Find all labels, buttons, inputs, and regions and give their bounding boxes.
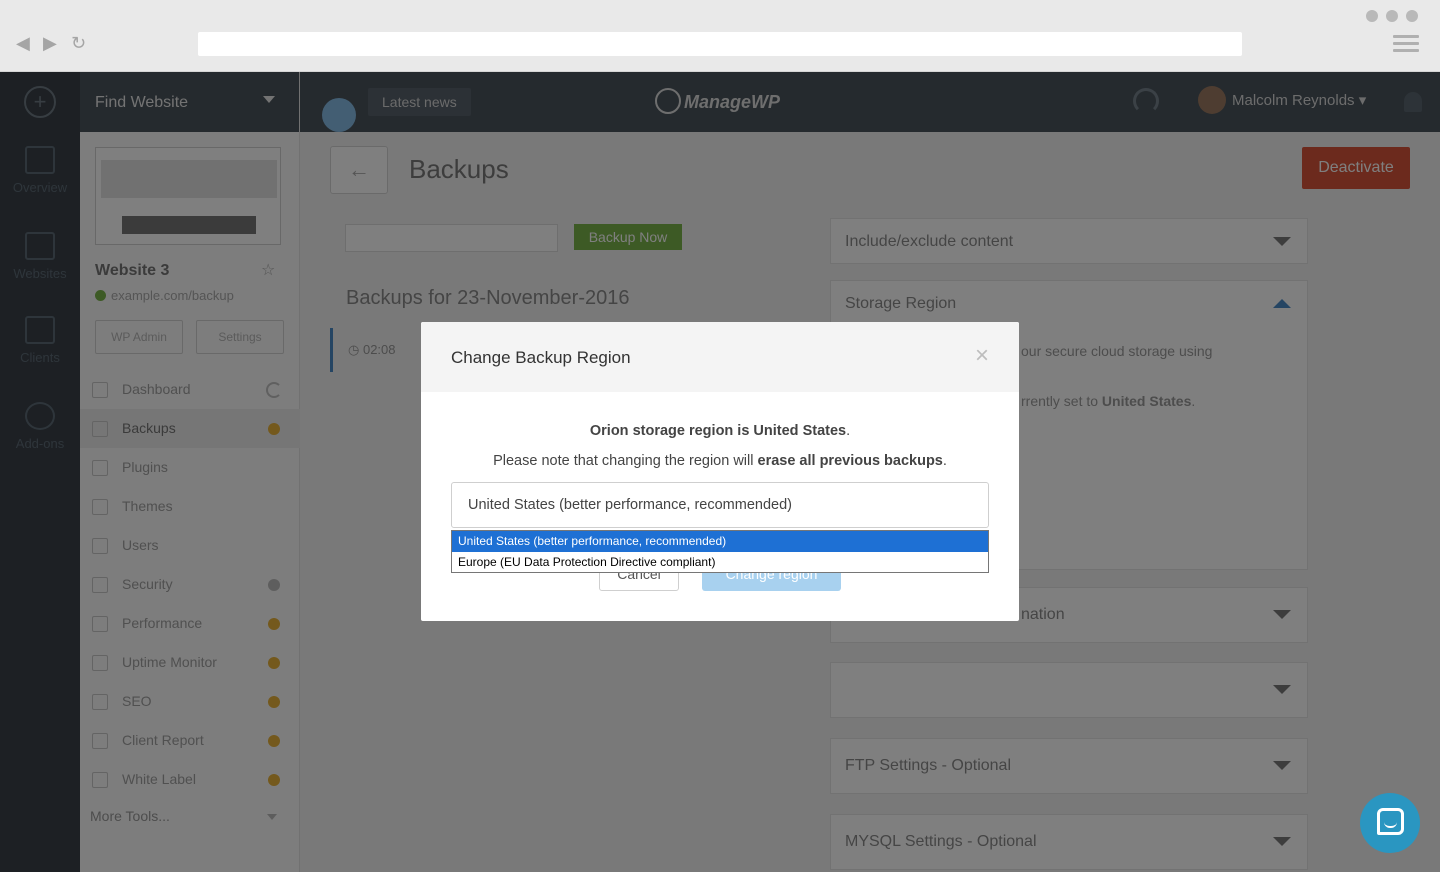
change-region-modal: Change Backup Region × Orion storage reg… [421,322,1019,621]
browser-chrome: ◀ ▶ ↻ [0,0,1440,72]
address-bar[interactable] [198,32,1242,56]
chat-launcher-button[interactable] [1360,793,1420,853]
close-icon[interactable]: × [975,344,989,368]
modal-header: Change Backup Region × [421,322,1019,392]
region-options-list: United States (better performance, recom… [451,530,989,573]
window-dots [1366,10,1418,22]
modal-title: Change Backup Region [451,348,631,367]
forward-arrow-icon[interactable]: ▶ [43,33,57,53]
back-arrow-icon[interactable]: ◀ [16,33,30,53]
region-info-text: Orion storage region is United States. [589,423,851,439]
region-select[interactable]: United States (better performance, recom… [451,482,989,528]
region-warning-text: Please note that changing the region wil… [493,453,947,469]
option-europe[interactable]: Europe (EU Data Protection Directive com… [452,552,988,573]
browser-menu-icon[interactable] [1393,35,1419,56]
reload-icon[interactable]: ↻ [71,33,86,53]
option-united-states[interactable]: United States (better performance, recom… [452,531,988,552]
